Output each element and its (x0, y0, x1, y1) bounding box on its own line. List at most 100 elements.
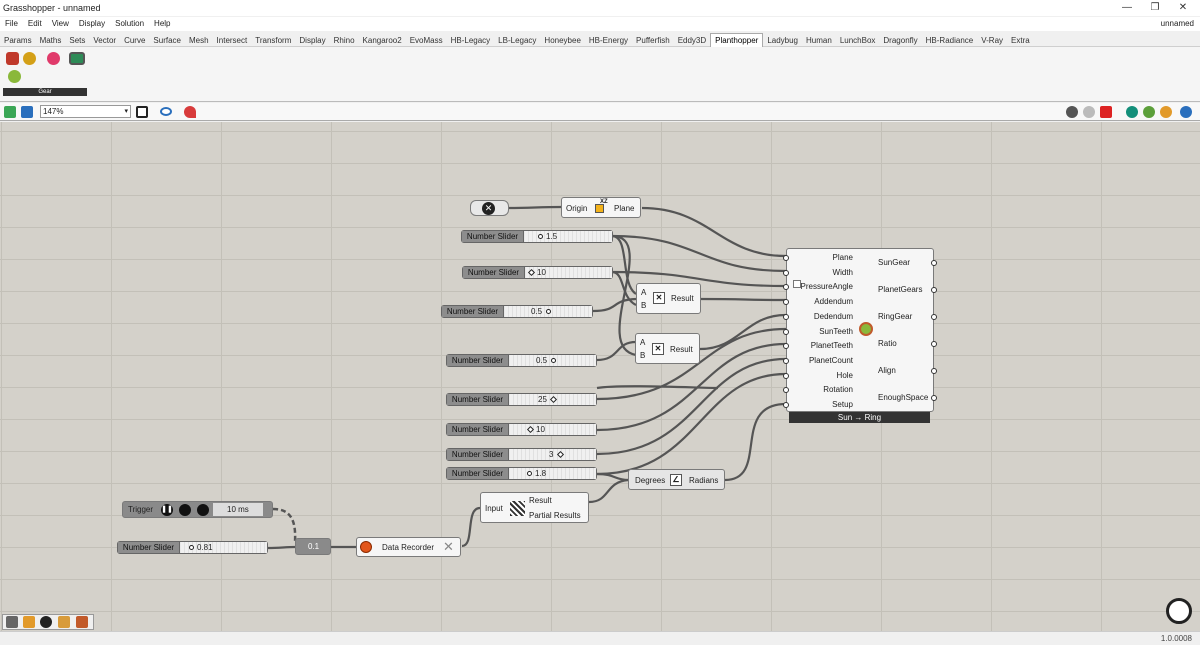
data-recorder-node[interactable]: Data Recorder ✕ (356, 537, 461, 557)
spur-gear-icon[interactable] (8, 70, 21, 83)
display-mesh-icon[interactable] (1126, 106, 1138, 118)
cancel-icon[interactable] (40, 616, 52, 628)
tab-lb-legacy[interactable]: LB-Legacy (494, 34, 540, 48)
slider-grip[interactable] (538, 234, 543, 239)
input-grip[interactable] (783, 284, 789, 291)
tab-curve[interactable]: Curve (120, 34, 149, 48)
tab-ladybug[interactable]: Ladybug (763, 34, 802, 48)
value-panel-node[interactable]: 0.1 (295, 538, 331, 555)
zoom-select[interactable]: 147% ▾ (40, 105, 131, 118)
input-grip[interactable] (783, 255, 789, 261)
navigation-compass-icon[interactable] (1166, 598, 1192, 624)
output-grip[interactable] (931, 314, 937, 320)
menu-file[interactable]: File (0, 17, 23, 31)
number-slider-6[interactable]: Number Slider 10 (446, 423, 597, 436)
tab-pufferfish[interactable]: Pufferfish (632, 34, 674, 48)
boolean-toggle-node[interactable]: ✕ (470, 200, 509, 216)
series-result-node[interactable]: Input Result Partial Results (480, 492, 589, 523)
tab-sets[interactable]: Sets (65, 34, 89, 48)
number-slider-9[interactable]: Number Slider 0.81 (117, 541, 268, 554)
clear-icon[interactable]: ✕ (443, 540, 457, 554)
grasshopper-canvas[interactable]: ✕ Origin XZ Plane Number Slider 1.5 Numb… (0, 122, 1200, 631)
wire-icon[interactable] (58, 616, 70, 628)
rack-gear-icon[interactable] (69, 52, 85, 65)
maximize-button[interactable]: ❐ (1140, 1, 1170, 15)
xz-plane-node[interactable]: Origin XZ Plane (561, 197, 641, 218)
number-slider-7[interactable]: Number Slider 3 (446, 448, 597, 461)
tab-planthopper[interactable]: Planthopper (710, 33, 764, 48)
tab-hb-legacy[interactable]: HB-Legacy (447, 34, 495, 48)
tab-kangaroo2[interactable]: Kangaroo2 (359, 34, 406, 48)
output-grip[interactable] (931, 368, 937, 374)
tab-transform[interactable]: Transform (251, 34, 295, 48)
tab-hb-radiance[interactable]: HB-Radiance (922, 34, 978, 48)
preview-wire-icon[interactable] (1083, 106, 1095, 118)
tab-human[interactable]: Human (802, 34, 836, 48)
tab-v-ray[interactable]: V-Ray (977, 34, 1007, 48)
slider-grip[interactable] (527, 471, 532, 476)
menu-help[interactable]: Help (149, 17, 175, 31)
slider-grip[interactable] (546, 309, 551, 314)
menu-display[interactable]: Display (74, 17, 110, 31)
input-grip[interactable] (783, 357, 789, 364)
multiplication-node-1[interactable]: A B ✕ Result (636, 283, 701, 314)
menu-view[interactable]: View (47, 17, 74, 31)
input-grip[interactable] (783, 299, 789, 306)
output-grip[interactable] (931, 395, 937, 401)
gear-component-icon[interactable] (6, 52, 19, 65)
tab-display[interactable]: Display (295, 34, 329, 48)
input-grip[interactable] (783, 313, 789, 320)
tab-vector[interactable]: Vector (89, 34, 120, 48)
input-grip[interactable] (783, 402, 789, 408)
output-grip[interactable] (931, 341, 937, 347)
tab-dragonfly[interactable]: Dragonfly (879, 34, 921, 48)
open-file-icon[interactable] (4, 106, 16, 118)
number-slider-1[interactable]: Number Slider 1.5 (461, 230, 613, 243)
preview-selected-icon[interactable] (1100, 106, 1112, 118)
tab-eddy3d[interactable]: Eddy3D (674, 34, 710, 48)
tab-surface[interactable]: Surface (149, 34, 185, 48)
tab-evomass[interactable]: EvoMass (406, 34, 447, 48)
number-slider-8[interactable]: Number Slider 1.8 (446, 467, 597, 480)
menu-edit[interactable]: Edit (23, 17, 47, 31)
minimize-button[interactable]: — (1112, 1, 1142, 15)
multiplication-node-2[interactable]: A B ✕ Result (635, 333, 700, 364)
input-grip[interactable] (783, 387, 789, 394)
sketch-pen-icon[interactable] (184, 106, 196, 118)
preview-shade-icon[interactable] (1066, 106, 1078, 118)
number-slider-3[interactable]: Number Slider 0.5 (441, 305, 593, 318)
tab-mesh[interactable]: Mesh (185, 34, 213, 48)
curve-icon[interactable] (76, 616, 88, 628)
input-grip[interactable] (783, 269, 789, 276)
tab-extra[interactable]: Extra (1007, 34, 1034, 48)
pause-icon[interactable]: ❚❚ (161, 504, 173, 516)
slider-grip[interactable] (551, 358, 556, 363)
tab-honeybee[interactable]: Honeybee (540, 34, 584, 48)
trigger-node[interactable]: Trigger ❚❚ 10 ms (122, 501, 273, 518)
export-icon[interactable] (6, 616, 18, 628)
display-sphere-icon[interactable] (1143, 106, 1155, 118)
tab-lunchbox[interactable]: LunchBox (836, 34, 880, 48)
input-grip[interactable] (783, 372, 789, 379)
output-grip[interactable] (931, 260, 937, 266)
tab-maths[interactable]: Maths (36, 34, 66, 48)
flower-gear-icon[interactable] (47, 52, 60, 65)
display-gold-icon[interactable] (1160, 106, 1172, 118)
tab-intersect[interactable]: Intersect (213, 34, 252, 48)
planetary-gear-icon[interactable] (23, 52, 36, 65)
save-icon[interactable] (21, 106, 33, 118)
slider-grip[interactable] (189, 545, 194, 550)
close-button[interactable]: ✕ (1168, 1, 1198, 15)
preview-eye-icon[interactable] (160, 107, 172, 116)
rss-icon[interactable] (23, 616, 35, 628)
reset-icon[interactable] (179, 504, 191, 516)
menu-solution[interactable]: Solution (110, 17, 149, 31)
tab-hb-energy[interactable]: HB-Energy (585, 34, 632, 48)
radians-node[interactable]: Degrees ∠ Radians (628, 469, 725, 490)
number-slider-5[interactable]: Number Slider 25 (446, 393, 597, 406)
input-grip[interactable] (783, 343, 789, 350)
settings-icon[interactable] (197, 504, 209, 516)
tab-rhino[interactable]: Rhino (330, 34, 359, 48)
input-grip[interactable] (783, 328, 789, 335)
number-slider-2[interactable]: Number Slider 10 (462, 266, 613, 279)
